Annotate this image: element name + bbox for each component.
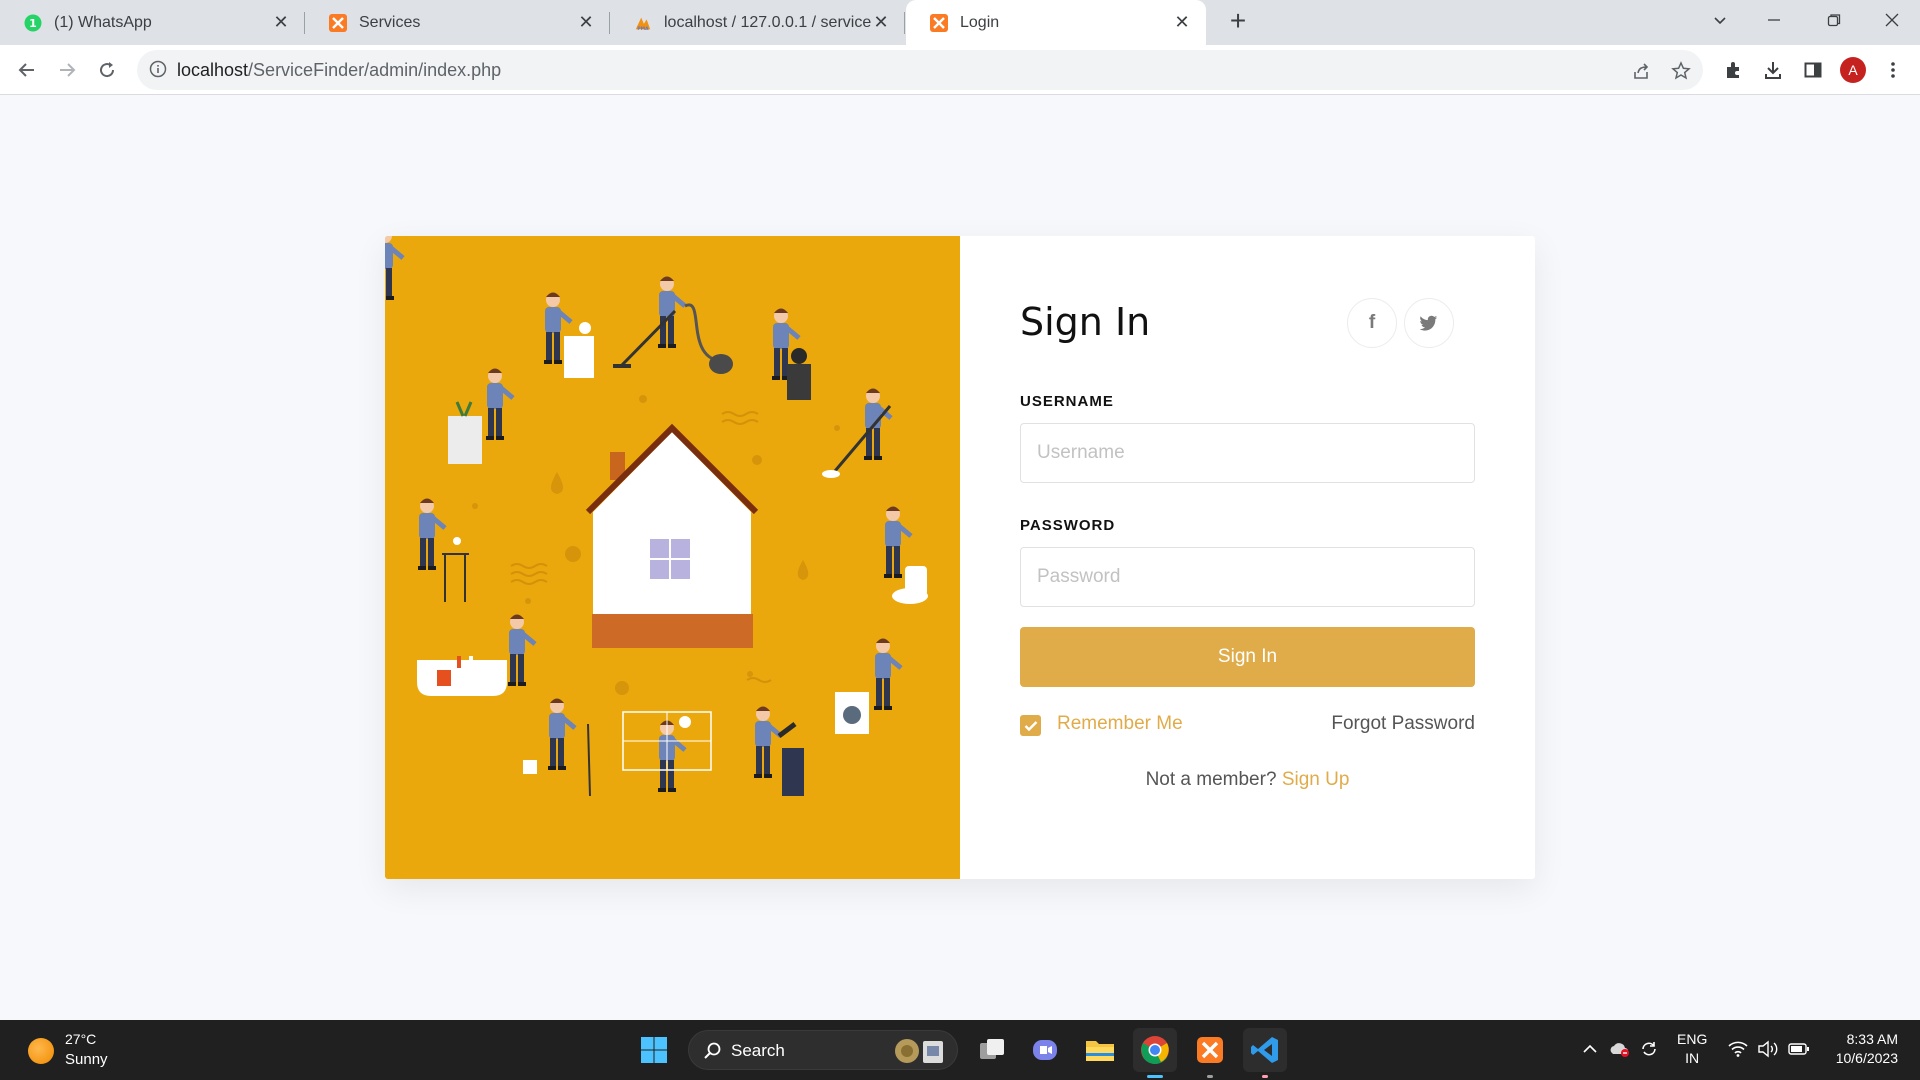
not-member-text: Not a member?: [1145, 769, 1277, 790]
xampp-taskbar-icon[interactable]: [1188, 1028, 1232, 1078]
system-clock[interactable]: 8:33 AM 10/6/2023: [1820, 1030, 1898, 1068]
login-form: Sign In f USERNAME PASSWORD Sign In Reme…: [960, 236, 1535, 879]
twitter-icon[interactable]: [1404, 298, 1454, 348]
onedrive-icon[interactable]: [1608, 1038, 1630, 1060]
username-label: USERNAME: [1020, 393, 1114, 410]
profile-avatar[interactable]: A: [1840, 57, 1866, 83]
browser-toolbar: localhost/ServiceFinder/admin/index.php …: [0, 45, 1920, 95]
share-icon[interactable]: [1631, 60, 1653, 82]
bookmark-star-icon[interactable]: [1670, 60, 1692, 82]
close-tab-icon[interactable]: ✕: [271, 12, 291, 33]
minimize-icon[interactable]: [1746, 0, 1802, 40]
address-bar[interactable]: localhost/ServiceFinder/admin/index.php: [137, 50, 1703, 90]
search-icon: [704, 1042, 721, 1059]
login-card: Sign In f USERNAME PASSWORD Sign In Reme…: [385, 236, 1535, 879]
remember-me-label[interactable]: Remember Me: [1057, 713, 1183, 735]
start-windows-icon[interactable]: [632, 1028, 676, 1072]
wifi-icon[interactable]: [1727, 1038, 1749, 1060]
username-input[interactable]: [1020, 423, 1475, 483]
tab-label: Services: [359, 13, 421, 31]
signup-prompt: Not a member? Sign Up: [960, 769, 1535, 791]
facebook-icon[interactable]: f: [1347, 298, 1397, 348]
tab-phpmyadmin[interactable]: PMA localhost / 127.0.0.1 / servicefind …: [610, 0, 905, 45]
file-explorer-icon[interactable]: [1078, 1028, 1122, 1072]
svg-text:PMA: PMA: [637, 26, 649, 32]
tab-whatsapp[interactable]: 1 (1) WhatsApp ✕: [0, 0, 305, 45]
sign-in-button[interactable]: Sign In: [1020, 627, 1475, 687]
sync-icon[interactable]: [1638, 1038, 1660, 1060]
forgot-password-link[interactable]: Forgot Password: [1331, 713, 1475, 735]
clock-time: 8:33 AM: [1846, 1031, 1898, 1047]
phpmyadmin-icon: PMA: [634, 14, 652, 32]
tab-label: Login: [960, 13, 1000, 31]
close-tab-icon[interactable]: ✕: [871, 12, 891, 33]
close-window-icon[interactable]: [1864, 0, 1920, 40]
close-tab-icon[interactable]: ✕: [1172, 12, 1192, 33]
url-text: localhost/ServiceFinder/admin/index.php: [177, 60, 501, 81]
weather-temperature[interactable]: 27°C: [65, 1031, 96, 1047]
whatsapp-badge: 1: [29, 17, 37, 30]
close-tab-icon[interactable]: ✕: [576, 12, 596, 33]
weather-condition[interactable]: Sunny: [65, 1051, 108, 1068]
whatsapp-icon: 1: [24, 14, 42, 32]
language-code: ENG: [1677, 1031, 1708, 1047]
worker-figure: [385, 236, 405, 300]
search-highlight-icon: [895, 1039, 943, 1063]
back-icon[interactable]: [11, 54, 43, 86]
volume-icon[interactable]: [1757, 1038, 1779, 1060]
vscode-icon[interactable]: [1243, 1028, 1287, 1078]
remember-me-checkbox[interactable]: [1020, 715, 1041, 736]
tab-label: (1) WhatsApp: [54, 13, 152, 31]
tab-login[interactable]: Login ✕: [906, 0, 1206, 45]
new-tab-button[interactable]: +: [1222, 6, 1254, 38]
extensions-icon[interactable]: [1722, 59, 1744, 81]
tab-label: localhost / 127.0.0.1 / servicefind: [664, 13, 871, 31]
tab-search-icon[interactable]: [1692, 0, 1748, 40]
url-path: /ServiceFinder/admin/index.php: [248, 60, 502, 80]
site-info-icon[interactable]: [149, 60, 169, 80]
xampp-icon: [930, 13, 948, 32]
password-input[interactable]: [1020, 547, 1475, 607]
teams-chat-icon[interactable]: [1023, 1028, 1067, 1072]
cleaning-service-illustration: [385, 236, 960, 879]
region-code: IN: [1685, 1050, 1700, 1066]
download-icon[interactable]: [1762, 59, 1784, 81]
task-view-icon[interactable]: [970, 1028, 1014, 1072]
xampp-icon: [329, 13, 347, 32]
password-label: PASSWORD: [1020, 517, 1116, 534]
reload-icon[interactable]: [91, 54, 123, 86]
language-indicator[interactable]: ENG IN: [1677, 1030, 1707, 1068]
battery-icon[interactable]: [1788, 1038, 1810, 1060]
restore-icon[interactable]: [1806, 0, 1862, 40]
side-panel-icon[interactable]: [1802, 59, 1824, 81]
taskbar: 27°C Sunny Search ENG IN 8:33 AM 10/6/20…: [0, 1020, 1920, 1080]
chrome-icon[interactable]: [1133, 1028, 1177, 1078]
url-host: localhost: [177, 60, 249, 80]
menu-kebab-icon[interactable]: [1882, 59, 1904, 81]
search-label: Search: [731, 1041, 785, 1060]
tab-strip: 1 (1) WhatsApp ✕ Services ✕ PMA localhos…: [0, 0, 1920, 45]
sign-in-title: Sign In: [1020, 300, 1151, 344]
clock-date: 10/6/2023: [1835, 1050, 1898, 1066]
weather-sun-icon[interactable]: [28, 1038, 54, 1064]
tray-overflow-icon[interactable]: [1579, 1038, 1601, 1060]
taskbar-search[interactable]: Search: [688, 1030, 958, 1070]
sign-up-link[interactable]: Sign Up: [1282, 769, 1350, 790]
tab-services[interactable]: Services ✕: [305, 0, 610, 45]
forward-icon[interactable]: [51, 54, 83, 86]
